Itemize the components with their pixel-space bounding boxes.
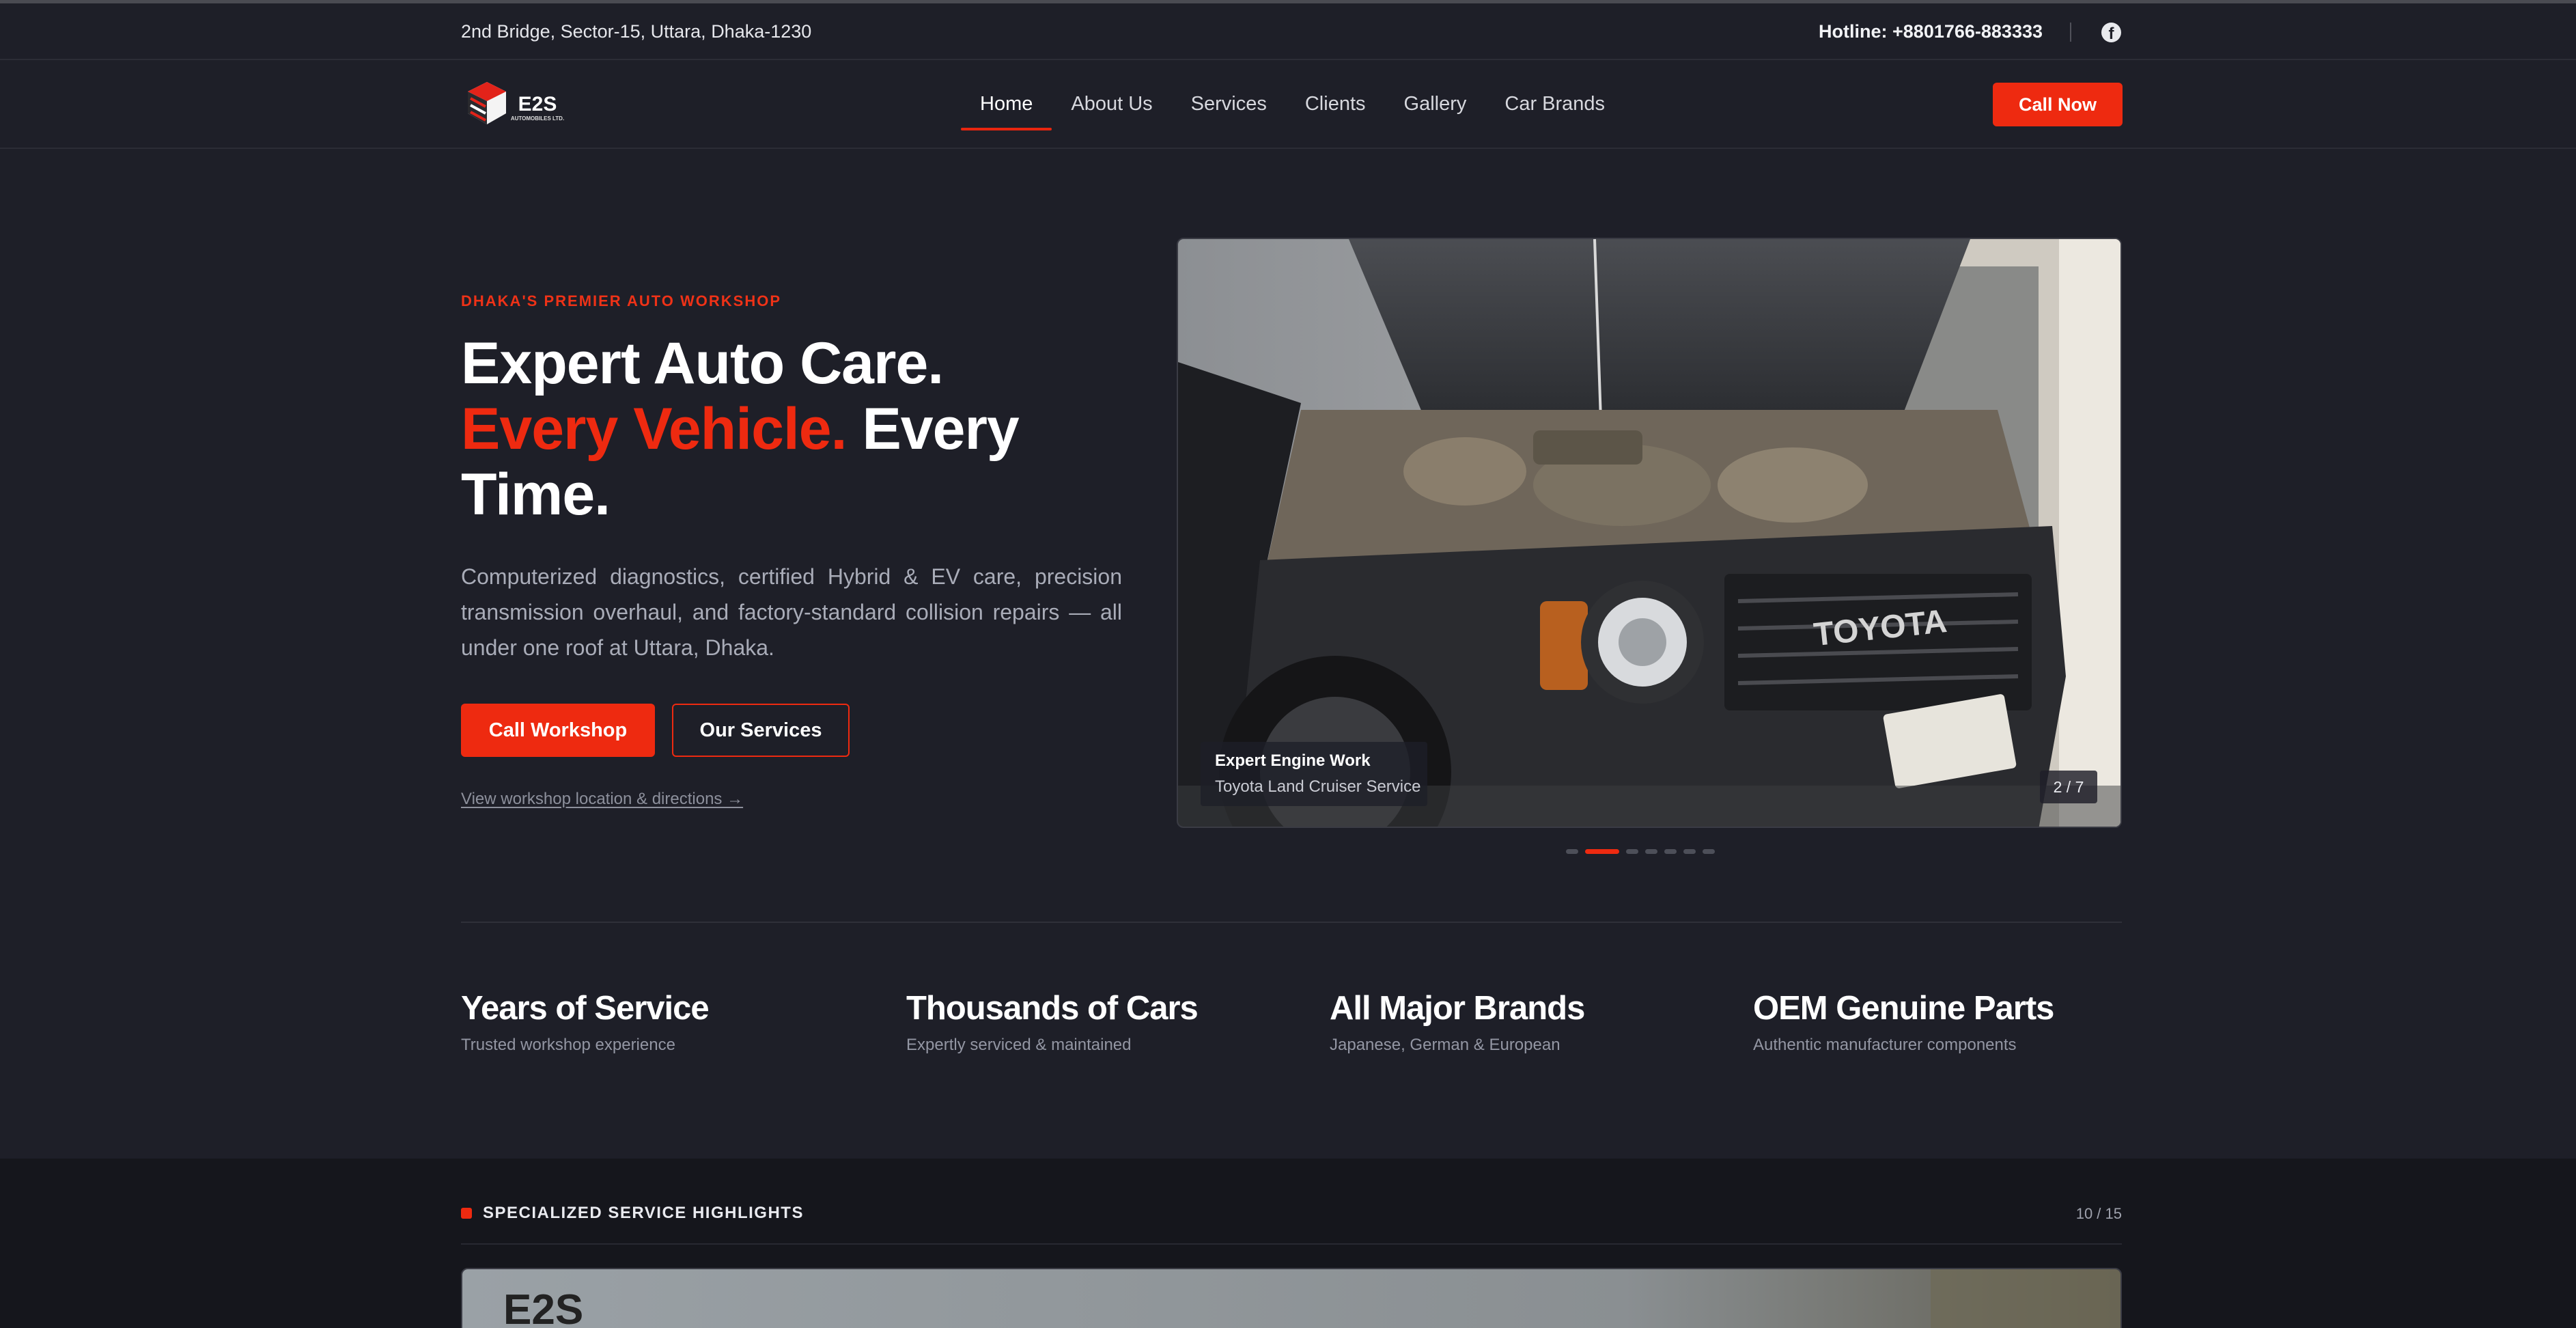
- logo-subtitle: AUTOMOBILES LTD.: [511, 115, 564, 122]
- topbar-divider: [2070, 23, 2071, 42]
- stat-brands: All Major Brands Japanese, German & Euro…: [1330, 989, 1585, 1055]
- stat-value: All Major Brands: [1330, 990, 1585, 1027]
- stat-label: Authentic manufacturer components: [1753, 1036, 2017, 1054]
- highlights-title: SPECIALIZED SERVICE HIGHLIGHTS: [461, 1204, 804, 1223]
- highlight-card[interactable]: E2S: [461, 1268, 2122, 1328]
- highlight-card-image: E2S: [462, 1269, 2120, 1328]
- highlights-counter: 10 / 15: [2075, 1205, 2122, 1222]
- hero-description: Computerized diagnostics, certified Hybr…: [461, 564, 1122, 660]
- slide-image-land-cruiser: TOYOTA: [1178, 239, 2120, 827]
- nav-item-car-brands[interactable]: Car Brands: [1485, 61, 1624, 149]
- slide-caption: Expert Engine Work Toyota Land Cruiser S…: [1201, 742, 1427, 806]
- stat-parts: OEM Genuine Parts Authentic manufacturer…: [1753, 989, 2054, 1055]
- hotline-link[interactable]: Hotline: +8801766-883333: [1819, 21, 2043, 42]
- slider-dot-active[interactable]: [1585, 849, 1619, 854]
- facebook-icon[interactable]: f: [2101, 23, 2121, 42]
- top-info-bar: 2nd Bridge, Sector-15, Uttara, Dhaka-123…: [0, 3, 2576, 60]
- address-text: 2nd Bridge, Sector-15, Uttara, Dhaka-123…: [461, 21, 812, 42]
- square-bullet-icon: [461, 1208, 472, 1219]
- brand-logo[interactable]: E2S AUTOMOBILES LTD.: [461, 79, 604, 130]
- highlights-divider: [461, 1243, 2122, 1245]
- caption-subtitle: Toyota Land Cruiser Service: [1215, 777, 1421, 796]
- nav-menu: Home About Us Services Clients Gallery C…: [961, 61, 1624, 149]
- nav-item-about[interactable]: About Us: [1052, 61, 1171, 149]
- slider-dot[interactable]: [1683, 849, 1696, 854]
- logo-wordmark: E2S: [518, 93, 557, 115]
- service-highlights-section: SPECIALIZED SERVICE HIGHLIGHTS 10 / 15 E…: [0, 1159, 2576, 1328]
- stat-label: Japanese, German & European: [1330, 1036, 1560, 1054]
- nav-item-clients[interactable]: Clients: [1286, 61, 1385, 149]
- our-services-button[interactable]: Our Services: [672, 704, 850, 757]
- hero-image-slider[interactable]: TOYOTA Expert Engine Work Toyota Land Cr…: [1177, 238, 2122, 828]
- highlights-title-text: SPECIALIZED SERVICE HIGHLIGHTS: [483, 1204, 804, 1222]
- hero-eyebrow: DHAKA'S PREMIER AUTO WORKSHOP: [461, 292, 782, 309]
- caption-title: Expert Engine Work: [1215, 751, 1371, 770]
- call-workshop-button[interactable]: Call Workshop: [461, 704, 655, 757]
- stat-value: Thousands of Cars: [906, 990, 1199, 1027]
- slider-dot[interactable]: [1566, 849, 1578, 854]
- stat-years: Years of Service Trusted workshop experi…: [461, 989, 710, 1055]
- stat-label: Expertly serviced & maintained: [906, 1036, 1132, 1054]
- headline-highlight: Every Vehicle.: [461, 396, 848, 462]
- stat-value: Years of Service: [461, 990, 710, 1027]
- directions-link[interactable]: View workshop location & directions →: [461, 790, 743, 809]
- stat-label: Trusted workshop experience: [461, 1036, 675, 1054]
- nav-item-gallery[interactable]: Gallery: [1385, 61, 1486, 149]
- slider-dot[interactable]: [1626, 849, 1638, 854]
- main-navbar: E2S AUTOMOBILES LTD. Home About Us Servi…: [0, 61, 2576, 149]
- headline-part-1: Expert Auto Care.: [461, 331, 944, 396]
- nav-item-home[interactable]: Home: [961, 61, 1052, 149]
- nav-item-services[interactable]: Services: [1172, 61, 1286, 149]
- slider-dots: [1566, 849, 1715, 854]
- slider-dot[interactable]: [1703, 849, 1715, 854]
- card-logo-text: E2S: [503, 1286, 583, 1328]
- call-now-button[interactable]: Call Now: [1993, 83, 2123, 126]
- slider-dot[interactable]: [1664, 849, 1677, 854]
- stat-cars: Thousands of Cars Expertly serviced & ma…: [906, 989, 1199, 1055]
- stat-value: OEM Genuine Parts: [1753, 990, 2054, 1027]
- hero-headline: Expert Auto Care. Every Vehicle. Every T…: [461, 331, 1117, 527]
- section-divider: [461, 922, 2122, 923]
- slider-dot[interactable]: [1645, 849, 1657, 854]
- slide-counter: 2 / 7: [2040, 771, 2097, 803]
